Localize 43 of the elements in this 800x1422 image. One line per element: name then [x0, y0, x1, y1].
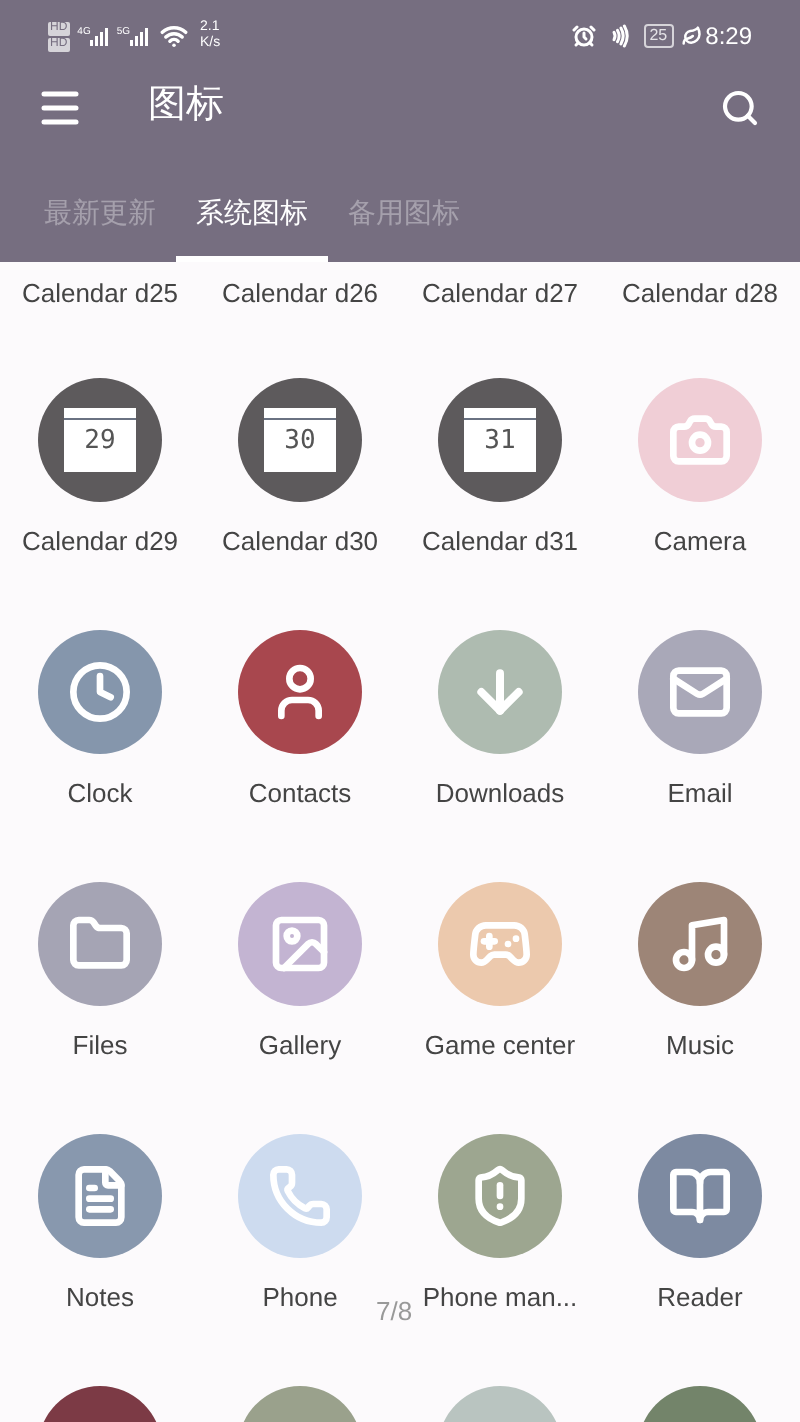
clock-time: 8:29: [705, 20, 752, 54]
book-icon: [668, 1164, 732, 1228]
leaf-icon: [681, 26, 702, 46]
icon-label: Phone man...: [422, 1280, 578, 1316]
battery-indicator: 25: [643, 24, 674, 48]
page-indicator: 7/8: [376, 1294, 413, 1330]
alarm-icon: [571, 24, 596, 48]
icon-label: Email: [667, 776, 733, 812]
icon-label: Files: [72, 1028, 128, 1064]
app-icon[interactable]: 31: [438, 378, 562, 502]
clock-icon: [68, 660, 132, 724]
icon-label: Camera: [653, 524, 747, 560]
icon-label: Phone: [262, 1280, 338, 1316]
icon-label: Game center: [424, 1028, 576, 1064]
icon-label: Music: [666, 1028, 734, 1064]
icon-label: Calendar d27: [419, 276, 581, 312]
icon-label: Calendar d29: [21, 524, 179, 560]
app-icon[interactable]: 29: [38, 378, 162, 502]
music-note-icon: [668, 912, 732, 976]
icon-label: Reader: [657, 1280, 743, 1316]
icon-label: Contacts: [248, 776, 352, 812]
icon-label: Calendar d26: [219, 276, 381, 312]
calendar-icon: 30: [264, 408, 336, 472]
search-icon: [720, 87, 760, 127]
icon-label: Notes: [66, 1280, 134, 1316]
tab[interactable]: 系统图标: [176, 170, 328, 262]
icon-label: Calendar d30: [221, 524, 379, 560]
calendar-icon: 31: [464, 408, 536, 472]
icon-label: Downloads: [435, 776, 565, 812]
wifi-icon: [160, 22, 189, 50]
icon-label: Clock: [67, 776, 133, 812]
page-title: 图标: [148, 82, 224, 131]
icon-label: Calendar d31: [421, 524, 579, 560]
signal-icon: [90, 27, 109, 45]
signal-icon: [130, 27, 149, 45]
icon-label: Calendar d25: [19, 276, 181, 312]
app-icon[interactable]: 30: [238, 378, 362, 502]
calendar-icon: 29: [64, 408, 136, 472]
nfc-icon: [607, 24, 632, 48]
icon-label: Gallery: [258, 1028, 342, 1064]
image-icon: [268, 912, 332, 976]
icon-label: Calendar d28: [619, 276, 781, 312]
phone-icon: [268, 1164, 332, 1228]
